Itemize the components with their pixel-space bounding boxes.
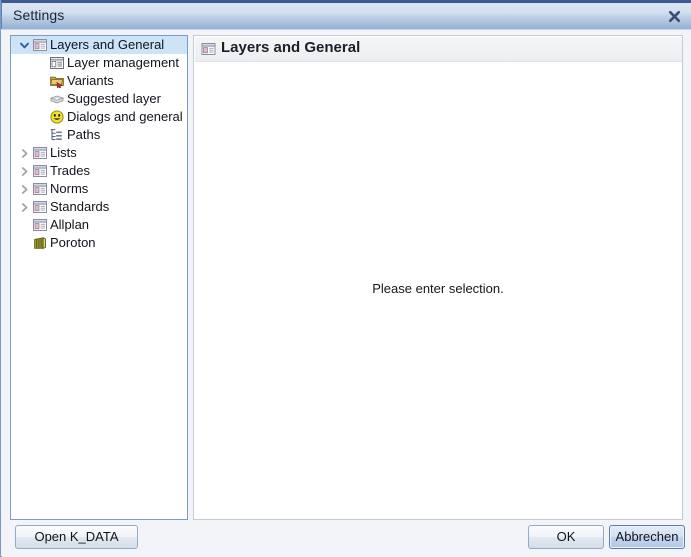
paths-tree-icon: [50, 128, 64, 142]
stacked-layers-icon: [49, 92, 65, 106]
tree-item-label: Allplan: [50, 217, 90, 232]
title-bar: Settings: [1, 0, 691, 29]
tree-item-allplan[interactable]: Allplan: [11, 216, 187, 234]
window-title: Settings: [13, 7, 65, 23]
poroton-brick-icon: [33, 236, 47, 250]
ok-button[interactable]: OK: [528, 525, 604, 549]
empty-state-message: Please enter selection.: [372, 281, 504, 296]
content-header: Layers and General: [195, 37, 682, 62]
tree-item-label: Norms: [50, 181, 89, 196]
close-icon[interactable]: [664, 7, 684, 25]
tree-item-norms[interactable]: Norms: [11, 180, 187, 198]
layer-management-icon: [50, 56, 64, 70]
tree-item-dialogs-and-general[interactable]: Dialogs and general: [11, 108, 187, 126]
open-kdata-button[interactable]: Open K_DATA: [15, 525, 138, 549]
tree-item-label: Suggested layer: [67, 91, 161, 106]
chevron-right-icon[interactable]: [17, 162, 31, 180]
tree-item-variants[interactable]: Variants: [11, 72, 187, 90]
window-layout-icon: [33, 182, 47, 196]
tree-item-label: Lists: [50, 145, 77, 160]
tree-item-label: Trades: [50, 163, 90, 178]
tree-item-label: Variants: [67, 73, 114, 88]
tree-item-label: Standards: [50, 199, 110, 214]
tree-item-lists[interactable]: Lists: [11, 144, 187, 162]
settings-dialog: Settings Layers and General Layer manage…: [0, 0, 691, 557]
tree-item-layers-and-general[interactable]: Layers and General: [11, 36, 187, 54]
tree-item-label: Paths: [67, 127, 101, 142]
window-layout-icon: [33, 38, 47, 52]
tree-item-standards[interactable]: Standards: [11, 198, 187, 216]
content-panel: Layers and General Please enter selectio…: [193, 35, 683, 520]
chevron-right-icon[interactable]: [17, 198, 31, 216]
tree-item-label: Layers and General: [50, 37, 165, 52]
tree-item-label: Poroton: [50, 235, 96, 250]
tree-item-trades[interactable]: Trades: [11, 162, 187, 180]
tree-item-label: Layer management: [67, 55, 180, 70]
tree-item-suggested-layer[interactable]: Suggested layer: [11, 90, 187, 108]
chevron-down-icon[interactable]: [17, 36, 31, 54]
tree-item-poroton[interactable]: Poroton: [11, 234, 187, 252]
tree-item-label: Dialogs and general: [67, 109, 183, 124]
smiley-face-icon: [50, 110, 64, 124]
chevron-right-icon[interactable]: [17, 144, 31, 162]
window-layout-icon: [33, 218, 47, 232]
window-layout-icon: [33, 164, 47, 178]
folder-variants-icon: [50, 74, 64, 89]
cancel-button[interactable]: Abbrechen: [609, 525, 685, 549]
tree-item-paths[interactable]: Paths: [11, 126, 187, 144]
window-layout-icon: [33, 146, 47, 160]
window-layout-icon: [201, 42, 216, 56]
dialog-body: Layers and General Layer management Vari…: [2, 29, 691, 557]
window-layout-icon: [33, 200, 47, 214]
page-title: Layers and General: [221, 39, 361, 56]
chevron-right-icon[interactable]: [17, 180, 31, 198]
tree-item-layer-management[interactable]: Layer management: [11, 54, 187, 72]
settings-tree[interactable]: Layers and General Layer management Vari…: [10, 35, 188, 520]
